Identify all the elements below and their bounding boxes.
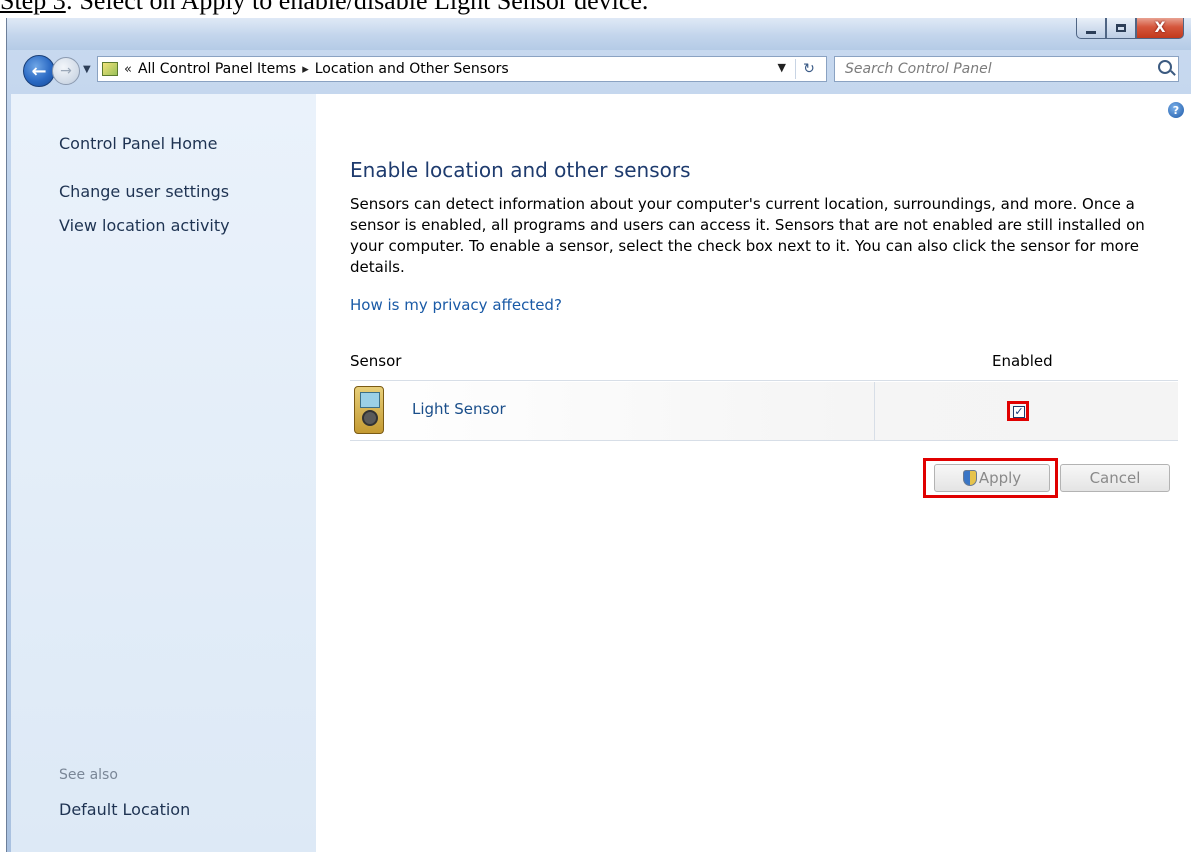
sidebar: Control Panel Home Change user settings … bbox=[11, 94, 316, 852]
content-area: Control Panel Home Change user settings … bbox=[11, 94, 1191, 852]
cancel-button-label: Cancel bbox=[1089, 469, 1141, 487]
sidebar-link-change-user-settings[interactable]: Change user settings bbox=[59, 182, 229, 201]
sidebar-link-default-location[interactable]: Default Location bbox=[59, 800, 190, 819]
sidebar-link-view-location-activity[interactable]: View location activity bbox=[59, 216, 230, 235]
column-header-enabled: Enabled bbox=[992, 352, 1053, 370]
page-title: Enable location and other sensors bbox=[350, 158, 691, 182]
back-arrow-icon: ← bbox=[31, 60, 47, 82]
control-panel-icon bbox=[102, 62, 118, 76]
close-button[interactable]: X bbox=[1136, 18, 1184, 39]
help-icon[interactable]: ? bbox=[1168, 102, 1184, 118]
maximize-button[interactable] bbox=[1106, 18, 1136, 39]
forward-arrow-icon: → bbox=[60, 63, 72, 79]
column-header-sensor: Sensor bbox=[350, 352, 402, 370]
address-bar[interactable]: « All Control Panel Items ▸ Location and… bbox=[97, 56, 827, 82]
maximize-icon bbox=[1116, 24, 1126, 32]
back-button[interactable]: ← bbox=[23, 55, 55, 87]
forward-button[interactable]: → bbox=[52, 57, 80, 85]
tutorial-caption: Step 3: Select on Apply to enable/disabl… bbox=[0, 0, 1191, 16]
refresh-icon[interactable]: ↻ bbox=[795, 59, 822, 79]
enabled-checkbox[interactable]: ✓ bbox=[1013, 406, 1025, 418]
caption-step: Step 3 bbox=[0, 0, 66, 15]
caption-text: : Select on Apply to enable/disable Ligh… bbox=[65, 0, 649, 15]
address-dropdown-icon[interactable]: ▼ bbox=[778, 61, 786, 74]
minimize-button[interactable] bbox=[1076, 18, 1106, 39]
navigation-bar: ← → ▼ « All Control Panel Items ▸ Locati… bbox=[7, 50, 1191, 90]
column-divider bbox=[874, 382, 875, 440]
main-panel: ? Enable location and other sensors Sens… bbox=[350, 94, 1190, 852]
breadcrumb-separator-icon[interactable]: ▸ bbox=[302, 62, 309, 77]
cancel-button[interactable]: Cancel bbox=[1060, 464, 1170, 492]
control-panel-window: X ← → ▼ « All Control Panel Items ▸ Loca… bbox=[6, 18, 1191, 852]
breadcrumb-overflow[interactable]: « bbox=[124, 62, 132, 77]
sidebar-link-control-panel-home[interactable]: Control Panel Home bbox=[59, 134, 217, 153]
recent-pages-dropdown-icon[interactable]: ▼ bbox=[83, 64, 91, 75]
close-icon: X bbox=[1154, 20, 1166, 36]
breadcrumb-all-control-panel-items[interactable]: All Control Panel Items bbox=[138, 61, 296, 77]
header-divider bbox=[350, 380, 1178, 381]
title-bar: X bbox=[7, 18, 1191, 50]
sensor-name-link[interactable]: Light Sensor bbox=[412, 400, 506, 418]
apply-button-label: Apply bbox=[978, 469, 1022, 487]
search-placeholder: Search Control Panel bbox=[845, 61, 992, 77]
privacy-link[interactable]: How is my privacy affected? bbox=[350, 296, 562, 314]
checkbox-highlight: ✓ bbox=[1007, 401, 1029, 421]
window-controls: X bbox=[1076, 18, 1184, 39]
page-description: Sensors can detect information about you… bbox=[350, 195, 1145, 276]
minimize-icon bbox=[1086, 30, 1096, 34]
uac-shield-icon bbox=[962, 470, 977, 486]
see-also-label: See also bbox=[59, 767, 118, 783]
apply-button[interactable]: Apply bbox=[934, 464, 1050, 492]
search-input[interactable]: Search Control Panel bbox=[834, 56, 1179, 82]
light-sensor-icon bbox=[354, 386, 384, 434]
search-icon[interactable] bbox=[1158, 60, 1172, 74]
breadcrumb-location-and-other-sensors[interactable]: Location and Other Sensors bbox=[315, 61, 509, 77]
table-row[interactable]: Light Sensor ✓ bbox=[350, 382, 1178, 441]
